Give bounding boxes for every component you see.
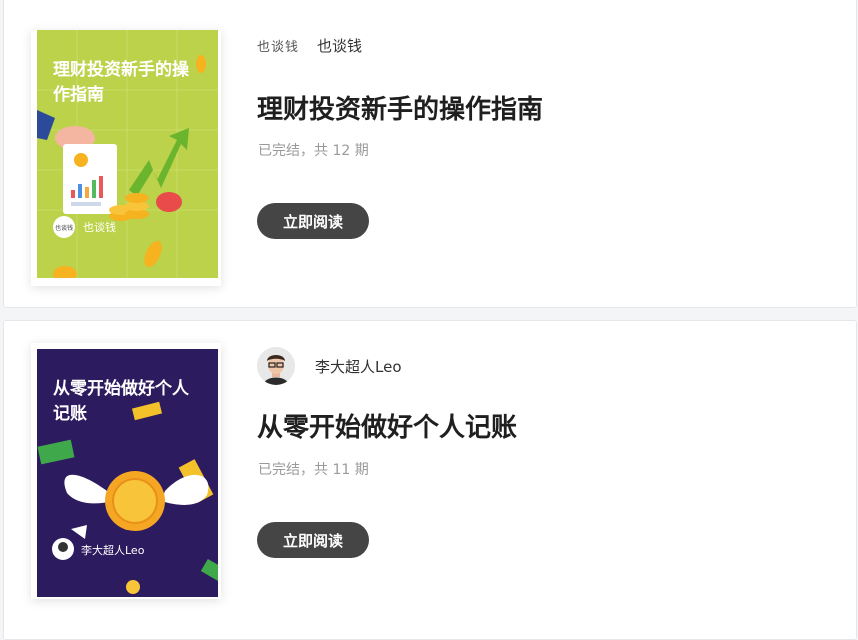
- book-status: 已完结，共 12 期: [258, 143, 369, 159]
- book-card[interactable]: 从零开始做好个人记账 李大超人Leo 李大超人Leo 从零开始做好个人记账 已完…: [3, 320, 857, 640]
- cover-image: 理财投资新手的操作指南 也谈钱 也谈钱: [37, 30, 218, 278]
- book-title[interactable]: 理财投资新手的操作指南: [257, 89, 543, 126]
- cover-brand-name: 也谈钱: [83, 221, 116, 234]
- read-now-button[interactable]: 立即阅读: [257, 522, 369, 558]
- cover-brand-name: 李大超人Leo: [81, 544, 145, 557]
- cover-image: 从零开始做好个人记账 李大超人Leo: [37, 349, 218, 597]
- author-avatar[interactable]: [257, 347, 295, 385]
- book-status: 已完结，共 11 期: [258, 462, 369, 478]
- book-cover[interactable]: 理财投资新手的操作指南 也谈钱 也谈钱: [31, 30, 221, 286]
- cover-title: 理财投资新手的操作指南: [53, 60, 189, 105]
- author-name[interactable]: 也谈钱: [317, 35, 362, 56]
- book-cover[interactable]: 从零开始做好个人记账 李大超人Leo: [31, 343, 221, 599]
- cover-brand-logo: 也谈钱: [53, 216, 75, 238]
- read-now-button[interactable]: 立即阅读: [257, 203, 369, 239]
- avatar-icon: [257, 347, 295, 385]
- author-row[interactable]: 也谈钱 也谈钱: [257, 35, 362, 56]
- author-name[interactable]: 李大超人Leo: [315, 356, 402, 377]
- author-logo: 也谈钱: [257, 40, 300, 55]
- author-row[interactable]: 李大超人Leo: [257, 347, 402, 385]
- cover-title: 从零开始做好个人记账: [53, 379, 189, 424]
- book-title[interactable]: 从零开始做好个人记账: [257, 407, 517, 444]
- book-card[interactable]: 理财投资新手的操作指南 也谈钱 也谈钱 也谈钱 也谈钱 理财投资新手的操作指南 …: [3, 0, 857, 308]
